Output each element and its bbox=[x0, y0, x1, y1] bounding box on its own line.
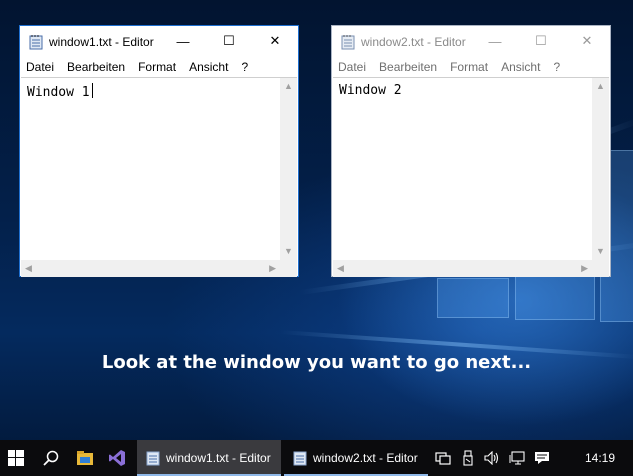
maximize-button[interactable]: ☐ bbox=[518, 26, 564, 56]
start-button[interactable] bbox=[0, 440, 32, 476]
task-view-icon bbox=[435, 452, 451, 465]
window-title: window2.txt - Editor bbox=[361, 35, 466, 49]
minimize-button[interactable]: — bbox=[160, 26, 206, 56]
maximize-icon: ☐ bbox=[223, 33, 235, 48]
scroll-down-icon[interactable]: ▼ bbox=[284, 247, 293, 256]
usb-tray-button[interactable] bbox=[458, 440, 478, 476]
search-button[interactable] bbox=[36, 440, 66, 476]
task-view-button[interactable] bbox=[432, 440, 454, 476]
title-bar[interactable]: window2.txt - Editor — ☐ ✕ bbox=[332, 26, 610, 58]
editor-content: Window 2 bbox=[339, 83, 402, 98]
vertical-scrollbar[interactable]: ▲ ▼ bbox=[280, 78, 297, 260]
menu-help[interactable]: ? bbox=[553, 60, 560, 74]
scroll-right-icon[interactable]: ▶ bbox=[581, 264, 588, 273]
network-tray-button[interactable] bbox=[506, 440, 528, 476]
minimize-button[interactable]: — bbox=[472, 26, 518, 56]
horizontal-scrollbar[interactable]: ◀ ▶ bbox=[333, 260, 592, 277]
menu-ansicht[interactable]: Ansicht bbox=[501, 60, 540, 74]
file-explorer-button[interactable] bbox=[70, 440, 100, 476]
menu-datei[interactable]: Datei bbox=[26, 60, 54, 74]
overlay-prompt: Look at the window you want to go next..… bbox=[101, 352, 532, 373]
notepad-window-2[interactable]: window2.txt - Editor — ☐ ✕ Datei Bearbei… bbox=[331, 25, 611, 277]
menu-bearbeiten[interactable]: Bearbeiten bbox=[67, 60, 125, 74]
search-icon bbox=[43, 450, 59, 466]
horizontal-scrollbar[interactable]: ◀ ▶ bbox=[21, 260, 280, 277]
taskbar-item-window2[interactable]: window2.txt - Editor bbox=[284, 440, 428, 476]
text-editor-area[interactable]: Window 2 ▲ ▼ ◀ ▶ bbox=[333, 77, 609, 277]
menu-bar: Datei Bearbeiten Format Ansicht ? bbox=[332, 58, 610, 76]
taskbar: window1.txt - Editor window2.txt - Edito… bbox=[0, 440, 633, 476]
volume-tray-button[interactable] bbox=[481, 440, 503, 476]
text-caret bbox=[91, 83, 93, 98]
visual-studio-icon bbox=[109, 450, 125, 466]
system-clock[interactable]: 14:19 bbox=[585, 440, 615, 476]
resize-grip[interactable] bbox=[280, 260, 297, 277]
scroll-up-icon[interactable]: ▲ bbox=[596, 82, 605, 91]
close-button[interactable]: ✕ bbox=[252, 26, 298, 56]
menu-datei[interactable]: Datei bbox=[338, 60, 366, 74]
minimize-icon: — bbox=[488, 33, 502, 49]
window-title: window1.txt - Editor bbox=[49, 35, 154, 49]
close-icon: ✕ bbox=[269, 33, 281, 48]
scroll-left-icon[interactable]: ◀ bbox=[337, 264, 344, 273]
windows-start-icon bbox=[8, 450, 24, 466]
scroll-up-icon[interactable]: ▲ bbox=[284, 82, 293, 91]
usb-icon bbox=[463, 450, 473, 466]
menu-format[interactable]: Format bbox=[450, 60, 488, 74]
volume-icon bbox=[484, 451, 499, 465]
resize-grip[interactable] bbox=[592, 260, 609, 277]
vertical-scrollbar[interactable]: ▲ ▼ bbox=[592, 78, 609, 260]
desktop-background: window1.txt - Editor — ☐ ✕ Datei Bearbei… bbox=[0, 0, 633, 440]
taskbar-item-label: window2.txt - Editor bbox=[313, 451, 418, 465]
editor-content: Window 1 bbox=[27, 83, 93, 100]
close-icon: ✕ bbox=[581, 33, 593, 48]
maximize-icon: ☐ bbox=[535, 33, 547, 48]
notification-icon bbox=[535, 452, 549, 464]
notepad-icon bbox=[293, 451, 307, 466]
notepad-icon bbox=[29, 35, 43, 50]
minimize-icon: — bbox=[176, 33, 190, 49]
taskbar-item-label: window1.txt - Editor bbox=[166, 451, 271, 465]
menu-bar: Datei Bearbeiten Format Ansicht ? bbox=[20, 58, 298, 76]
light-pane bbox=[437, 278, 509, 318]
scroll-right-icon[interactable]: ▶ bbox=[269, 264, 276, 273]
notepad-window-1[interactable]: window1.txt - Editor — ☐ ✕ Datei Bearbei… bbox=[19, 25, 299, 277]
scroll-down-icon[interactable]: ▼ bbox=[596, 247, 605, 256]
taskbar-item-window1[interactable]: window1.txt - Editor bbox=[137, 440, 281, 476]
menu-ansicht[interactable]: Ansicht bbox=[189, 60, 228, 74]
maximize-button[interactable]: ☐ bbox=[206, 26, 252, 56]
menu-bearbeiten[interactable]: Bearbeiten bbox=[379, 60, 437, 74]
text-editor-area[interactable]: Window 1 ▲ ▼ ◀ ▶ bbox=[21, 77, 297, 277]
scroll-left-icon[interactable]: ◀ bbox=[25, 264, 32, 273]
title-bar[interactable]: window1.txt - Editor — ☐ ✕ bbox=[20, 26, 298, 58]
notepad-icon bbox=[341, 35, 355, 50]
menu-help[interactable]: ? bbox=[241, 60, 248, 74]
action-center-button[interactable] bbox=[531, 440, 553, 476]
menu-format[interactable]: Format bbox=[138, 60, 176, 74]
notepad-icon bbox=[146, 451, 160, 466]
close-button[interactable]: ✕ bbox=[564, 26, 610, 56]
network-icon bbox=[509, 451, 525, 465]
file-explorer-icon bbox=[77, 451, 93, 465]
visual-studio-button[interactable] bbox=[102, 440, 132, 476]
